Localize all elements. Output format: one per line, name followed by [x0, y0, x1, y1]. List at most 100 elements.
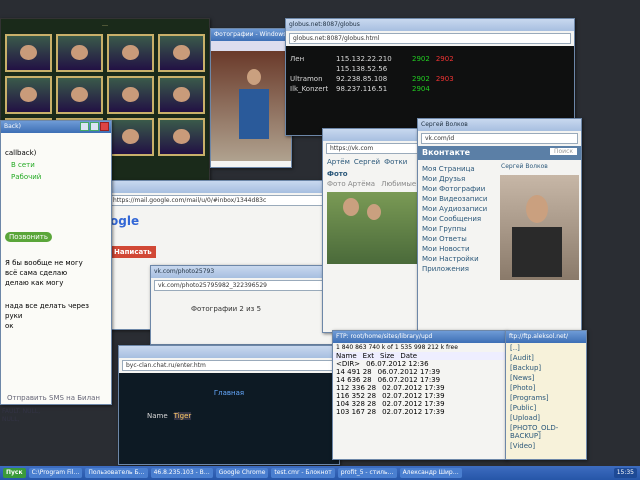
- school-banner: …: [102, 21, 108, 28]
- ftp-panel-window[interactable]: ftp://ftp.aleksol.net/ [..] [Audit] [Bac…: [505, 330, 587, 460]
- table-row: Ilk_Konzert 98.237.116.51 2904: [286, 84, 574, 94]
- album-link[interactable]: Фото Артёма: [327, 180, 375, 188]
- vk-photo-window[interactable]: vk.com/photo25793 vk.com/photo25795982_3…: [150, 265, 335, 345]
- column-header[interactable]: Date: [400, 352, 417, 360]
- photo-viewer-window[interactable]: Фотографии - Windows: [210, 28, 292, 168]
- gmail-address-bar[interactable]: https://mail.google.com/mail/u/0/#inbox/…: [109, 195, 331, 206]
- file-row[interactable]: 14 636 28 06.07.2012 17:39: [333, 376, 506, 384]
- vk-album-window[interactable]: https://vk.com Артём Сергей Фотки Фото Фот…: [322, 128, 422, 333]
- taskbar-item[interactable]: Александр Шир…: [399, 468, 462, 478]
- row-red: 2902: [435, 55, 454, 63]
- menu-item[interactable]: Мои Новости: [418, 244, 498, 254]
- byc-clan-address[interactable]: byc-clan.chat.ru/enter.htm: [122, 360, 336, 371]
- close-icon[interactable]: [100, 122, 109, 131]
- minimize-icon[interactable]: [80, 122, 89, 131]
- gmail-tab[interactable]: [106, 181, 334, 193]
- photo-viewer-toolbar[interactable]: [211, 41, 291, 51]
- menu-item[interactable]: Мои Аудиозаписи: [418, 204, 498, 214]
- file-row[interactable]: 14 491 28 06.07.2012 17:39: [333, 368, 506, 376]
- folder-item[interactable]: [News]: [506, 373, 586, 383]
- vk-search[interactable]: Поиск: [549, 148, 577, 155]
- menu-item[interactable]: Моя Страница: [418, 164, 498, 174]
- folder-item[interactable]: [Audit]: [506, 353, 586, 363]
- menu-item[interactable]: Мои Ответы: [418, 234, 498, 244]
- vk-album-address[interactable]: https://vk.com: [326, 143, 418, 154]
- vk-photo-address[interactable]: vk.com/photo25795982_322396529: [154, 280, 331, 291]
- file-row[interactable]: 116 352 28 02.07.2012 17:39: [333, 392, 506, 400]
- menu-item[interactable]: Мои Видеозаписи: [418, 194, 498, 204]
- file-size: <DIR>: [336, 360, 361, 368]
- byc-menu[interactable]: Главная: [143, 389, 315, 397]
- vk-tab[interactable]: Артём: [327, 158, 350, 166]
- row-label: [290, 65, 330, 73]
- portrait: [107, 118, 154, 156]
- vk-album-tab[interactable]: [323, 129, 421, 141]
- portrait: [56, 76, 103, 114]
- compose-button[interactable]: Написать: [110, 246, 156, 258]
- file-row[interactable]: 112 336 28 02.07.2012 17:39: [333, 384, 506, 392]
- taskbar-item[interactable]: C:\Program Fil…: [28, 468, 83, 478]
- folder-item[interactable]: [PHOTO_OLD-BACKUP]: [506, 423, 586, 441]
- album-link[interactable]: Любимые: [381, 180, 416, 188]
- call-button[interactable]: Позвонить: [5, 232, 53, 242]
- start-button[interactable]: Пуск: [3, 468, 26, 478]
- folder-item[interactable]: [Photo]: [506, 383, 586, 393]
- globus-address-bar[interactable]: globus.net:8087/globus.html: [289, 33, 571, 44]
- column-header[interactable]: Ext: [363, 352, 374, 360]
- folder-item[interactable]: [Programs]: [506, 393, 586, 403]
- photo-image: [211, 51, 291, 161]
- byc-clan-window[interactable]: byc-clan.chat.ru/enter.htm Главная Name T…: [118, 345, 340, 465]
- taskbar-item[interactable]: Google Chrome: [215, 468, 269, 478]
- profile-name: Сергей Волков: [501, 163, 548, 170]
- fm-columns: Name Ext Size Date: [333, 352, 506, 360]
- vk-profile-window[interactable]: Сергей Волков vk.com/id Вконтакте Поиск М…: [417, 118, 582, 333]
- portrait: [107, 34, 154, 72]
- profile-photo[interactable]: [500, 175, 579, 280]
- vk-logo[interactable]: Вконтакте: [422, 148, 470, 157]
- file-manager-window[interactable]: FTP: root/home/sites/library/upd 1 840 8…: [332, 330, 507, 460]
- fault-text: FAULT. NULL,: [2, 408, 41, 415]
- menu-item[interactable]: Мои Сообщения: [418, 214, 498, 224]
- menu-item[interactable]: Приложения: [418, 264, 498, 274]
- file-row[interactable]: <DIR> 06.07.2012 12:36: [333, 360, 506, 368]
- vk-tab[interactable]: Сергей: [354, 158, 380, 166]
- skype-window[interactable]: Back) callback) В сети Рабочий Позвонить…: [0, 120, 112, 405]
- window-controls[interactable]: [80, 122, 109, 131]
- field-value[interactable]: Tiger: [173, 412, 192, 420]
- face: [367, 204, 381, 220]
- taskbar-item[interactable]: profit_5 - стиль…: [337, 468, 397, 478]
- vk-profile-tab[interactable]: Сергей Волков: [418, 119, 581, 131]
- byc-clan-tab[interactable]: [119, 346, 339, 358]
- face: [343, 198, 359, 216]
- menu-item[interactable]: Мои Фотографии: [418, 184, 498, 194]
- row-ip: 98.237.116.51: [336, 85, 388, 93]
- menu-item[interactable]: Мои Друзья: [418, 174, 498, 184]
- portrait: [158, 34, 205, 72]
- folder-item[interactable]: [Backup]: [506, 363, 586, 373]
- portrait: [158, 118, 205, 156]
- taskbar-item[interactable]: 46.8.235.103 - В…: [150, 468, 213, 478]
- file-row[interactable]: 103 167 28 02.07.2012 17:39: [333, 408, 506, 416]
- folder-item[interactable]: [Upload]: [506, 413, 586, 423]
- folder-item[interactable]: [..]: [506, 343, 586, 353]
- row-label: Ilk_Konzert: [290, 85, 329, 93]
- vk-profile-address[interactable]: vk.com/id: [421, 133, 578, 144]
- row-ip: 115.132.22.210: [336, 55, 392, 63]
- column-header[interactable]: Size: [380, 352, 394, 360]
- row-label: Ultramon: [290, 75, 323, 83]
- couple-photo[interactable]: [327, 192, 417, 264]
- globus-tab[interactable]: globus.net:8087/globus: [286, 19, 574, 31]
- vk-photo-tab[interactable]: vk.com/photo25793: [151, 266, 334, 278]
- sms-link[interactable]: Отправить SMS на Билан: [7, 394, 100, 402]
- menu-item[interactable]: Мои Настройки: [418, 254, 498, 264]
- vk-tab[interactable]: Фотки: [384, 158, 407, 166]
- file-row[interactable]: 104 328 28 02.07.2012 17:39: [333, 400, 506, 408]
- folder-item[interactable]: [Public]: [506, 403, 586, 413]
- taskbar-item[interactable]: test.cmr - Блокнот: [271, 468, 335, 478]
- maximize-icon[interactable]: [90, 122, 99, 131]
- column-header[interactable]: Name: [336, 352, 357, 360]
- folder-item[interactable]: [Video]: [506, 441, 586, 451]
- menu-item[interactable]: Мои Группы: [418, 224, 498, 234]
- taskbar-item[interactable]: Пользователь Б…: [85, 468, 148, 478]
- vk-photo-caption: Фотографии 2 из 5: [191, 305, 262, 313]
